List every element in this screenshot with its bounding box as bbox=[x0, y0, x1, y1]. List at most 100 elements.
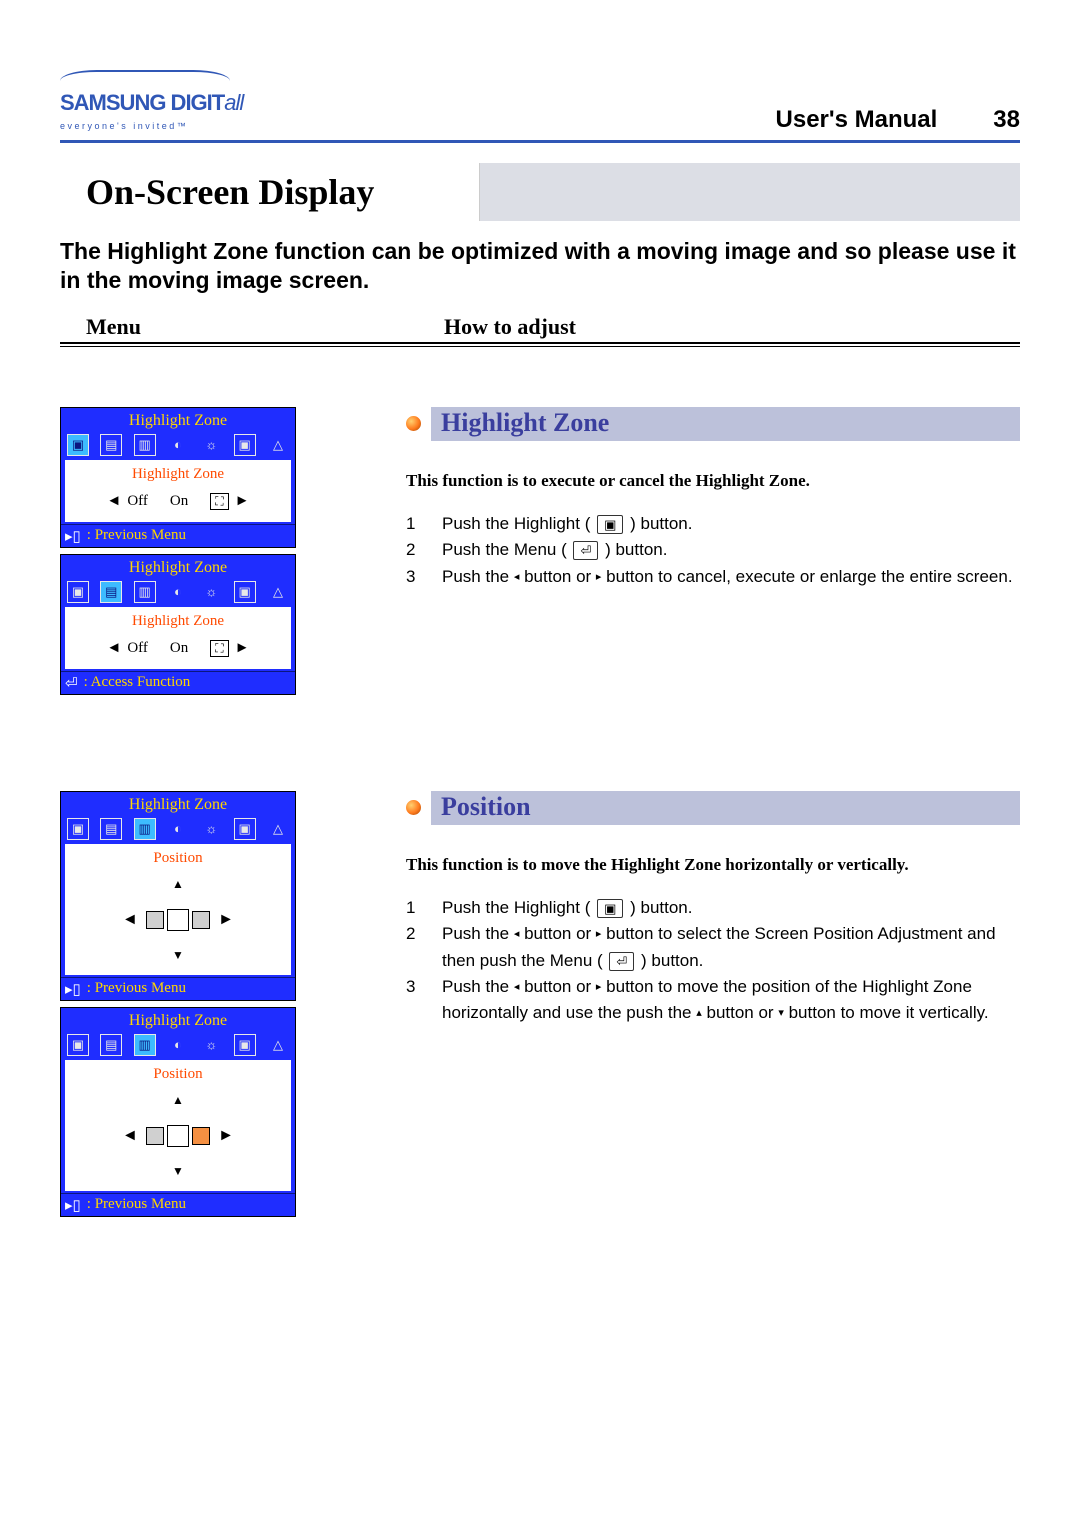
position-control bbox=[118, 877, 238, 963]
highlight-button-icon: ▣ bbox=[597, 515, 623, 534]
brand-text-a: SAMSUNG DIGIT bbox=[60, 90, 224, 115]
osd-ctrl-row: Off On ⛶ bbox=[71, 640, 285, 657]
step-text: Push the Menu ( ⏎ ) button. bbox=[442, 537, 1020, 563]
arrow-left-icon bbox=[106, 640, 121, 657]
osd-footer-text: : Access Function bbox=[84, 674, 191, 691]
osd-icon-5: ☼ bbox=[200, 434, 222, 456]
osd-icon-4: ◐ bbox=[167, 581, 189, 603]
arrow-right-icon bbox=[235, 640, 250, 657]
arrow-right-icon bbox=[235, 493, 250, 510]
arrow-down-icon bbox=[172, 1164, 184, 1179]
osd-icon-4: ◐ bbox=[167, 818, 189, 840]
osd-title: Highlight Zone bbox=[61, 792, 295, 816]
osd-icon-6: ▣ bbox=[234, 818, 256, 840]
osd-icon-strip: ▣ ▤ ▥ ◐ ☼ ▣ △ bbox=[61, 1032, 295, 1058]
step-row: 3Push the ◂ button or ▸ button to move t… bbox=[406, 974, 1020, 1027]
menu-button-icon: ⏎ bbox=[573, 541, 598, 560]
arrow-up-icon bbox=[172, 877, 184, 892]
osd-footer-text: : Previous Menu bbox=[87, 980, 186, 997]
osd-panel-pos-2: Highlight Zone ▣ ▤ ▥ ◐ ☼ ▣ △ Position bbox=[60, 1007, 296, 1217]
osd-sub-label: Position bbox=[71, 1066, 285, 1083]
howto-col-pos: Position This function is to move the Hi… bbox=[360, 791, 1020, 1223]
menu-col-pos: Highlight Zone ▣ ▤ ▥ ◐ ☼ ▣ △ Position bbox=[60, 791, 360, 1223]
arrow-left-icon bbox=[122, 1127, 138, 1145]
osd-icon-5: ☼ bbox=[200, 1034, 222, 1056]
row-position: Highlight Zone ▣ ▤ ▥ ◐ ☼ ▣ △ Position bbox=[60, 791, 1020, 1223]
osd-footer: ▸▯ : Previous Menu bbox=[61, 524, 295, 547]
osd-icon-7: △ bbox=[267, 581, 289, 603]
osd-icon-1: ▣ bbox=[67, 434, 89, 456]
pos-center-chip bbox=[167, 909, 189, 931]
osd-icon-2: ▤ bbox=[100, 434, 122, 456]
step-row: 1Push the Highlight ( ▣ ) button. bbox=[406, 511, 1020, 537]
pos-right-chip bbox=[192, 1127, 210, 1145]
osd-ctrl-row: Off On ⛶ bbox=[71, 493, 285, 510]
position-control bbox=[118, 1093, 238, 1179]
row-highlight-zone: Highlight Zone ▣ ▤ ▥ ◐ ☼ ▣ △ Highlight Z… bbox=[60, 407, 1020, 701]
osd-title: Highlight Zone bbox=[61, 1008, 295, 1032]
osd-footer-text: : Previous Menu bbox=[87, 527, 186, 544]
title-band: On-Screen Display bbox=[60, 163, 1020, 221]
osd-panel-pos-1: Highlight Zone ▣ ▤ ▥ ◐ ☼ ▣ △ Position bbox=[60, 791, 296, 1001]
bullet-icon bbox=[406, 800, 421, 815]
step-row: 2Push the ◂ button or ▸ button to select… bbox=[406, 921, 1020, 974]
osd-icon-6: ▣ bbox=[234, 1034, 256, 1056]
step-row: 1Push the Highlight ( ▣ ) button. bbox=[406, 895, 1020, 921]
step-row: 3Push the ◂ button or ▸ button to cancel… bbox=[406, 564, 1020, 590]
brand-arc bbox=[60, 70, 230, 92]
osd-icon-6: ▣ bbox=[234, 581, 256, 603]
subheaders: Menu How to adjust bbox=[60, 314, 1020, 340]
page: SAMSUNG DIGITall everyone's invited™ Use… bbox=[0, 0, 1080, 1263]
pos-left-chip bbox=[146, 1127, 164, 1145]
page-number: 38 bbox=[993, 106, 1020, 134]
fullscreen-icon: ⛶ bbox=[210, 493, 228, 510]
osd-off: Off bbox=[127, 493, 148, 510]
subheader-divider bbox=[60, 342, 1020, 347]
osd-icon-4: ◐ bbox=[167, 1034, 189, 1056]
osd-footer: ⏎ : Access Function bbox=[61, 671, 295, 694]
section-heading-pos: Position bbox=[406, 791, 1020, 825]
osd-icon-4: ◐ bbox=[167, 434, 189, 456]
pos-center-chip bbox=[167, 1125, 189, 1147]
osd-icon-2: ▤ bbox=[100, 1034, 122, 1056]
osd-icon-strip: ▣ ▤ ▥ ◐ ☼ ▣ △ bbox=[61, 432, 295, 458]
osd-icon-strip: ▣ ▤ ▥ ◐ ☼ ▣ △ bbox=[61, 579, 295, 605]
osd-on: On bbox=[170, 640, 188, 657]
pos-left-chip bbox=[146, 911, 164, 929]
menu-col-hz: Highlight Zone ▣ ▤ ▥ ◐ ☼ ▣ △ Highlight Z… bbox=[60, 407, 360, 701]
menu-button-icon: ⏎ bbox=[609, 952, 634, 971]
osd-icon-3: ▥ bbox=[134, 818, 156, 840]
osd-footer: ▸▯ : Previous Menu bbox=[61, 977, 295, 1000]
step-text: Push the ◂ button or ▸ button to select … bbox=[442, 921, 1020, 974]
osd-title: Highlight Zone bbox=[61, 555, 295, 579]
arrow-up-icon bbox=[172, 1093, 184, 1108]
osd-icon-7: △ bbox=[267, 818, 289, 840]
osd-icon-1: ▣ bbox=[67, 1034, 89, 1056]
brand-text-b: all bbox=[224, 90, 243, 115]
section-title: Highlight Zone bbox=[431, 407, 1020, 441]
highlight-button-icon: ▣ bbox=[597, 899, 623, 918]
osd-sub-label: Position bbox=[71, 850, 285, 867]
osd-icon-5: ☼ bbox=[200, 818, 222, 840]
exit-icon: ▸▯ bbox=[65, 1196, 81, 1214]
fullscreen-icon: ⛶ bbox=[210, 640, 228, 657]
col-howto: How to adjust bbox=[360, 314, 1020, 340]
exit-icon: ▸▯ bbox=[65, 980, 81, 998]
brand-logo: SAMSUNG DIGITall everyone's invited™ bbox=[60, 70, 243, 134]
section-desc-hz: This function is to execute or cancel th… bbox=[406, 471, 1020, 491]
osd-icon-6: ▣ bbox=[234, 434, 256, 456]
step-text: Push the Highlight ( ▣ ) button. bbox=[442, 895, 1020, 921]
step-text: Push the Highlight ( ▣ ) button. bbox=[442, 511, 1020, 537]
osd-icon-2: ▤ bbox=[100, 581, 122, 603]
osd-sub-label: Highlight Zone bbox=[71, 466, 285, 483]
osd-icon-1: ▣ bbox=[67, 581, 89, 603]
brand-wordmark: SAMSUNG DIGITall bbox=[60, 90, 243, 115]
header-divider bbox=[60, 140, 1020, 143]
steps-hz: 1Push the Highlight ( ▣ ) button. 2Push … bbox=[406, 511, 1020, 590]
osd-title: Highlight Zone bbox=[61, 408, 295, 432]
brand-tagline: everyone's invited™ bbox=[60, 121, 188, 131]
osd-footer-text: : Previous Menu bbox=[87, 1196, 186, 1213]
osd-panel-hz-2: Highlight Zone ▣ ▤ ▥ ◐ ☼ ▣ △ Highlight Z… bbox=[60, 554, 296, 695]
section-desc-pos: This function is to move the Highlight Z… bbox=[406, 855, 1020, 875]
osd-icon-3: ▥ bbox=[134, 434, 156, 456]
